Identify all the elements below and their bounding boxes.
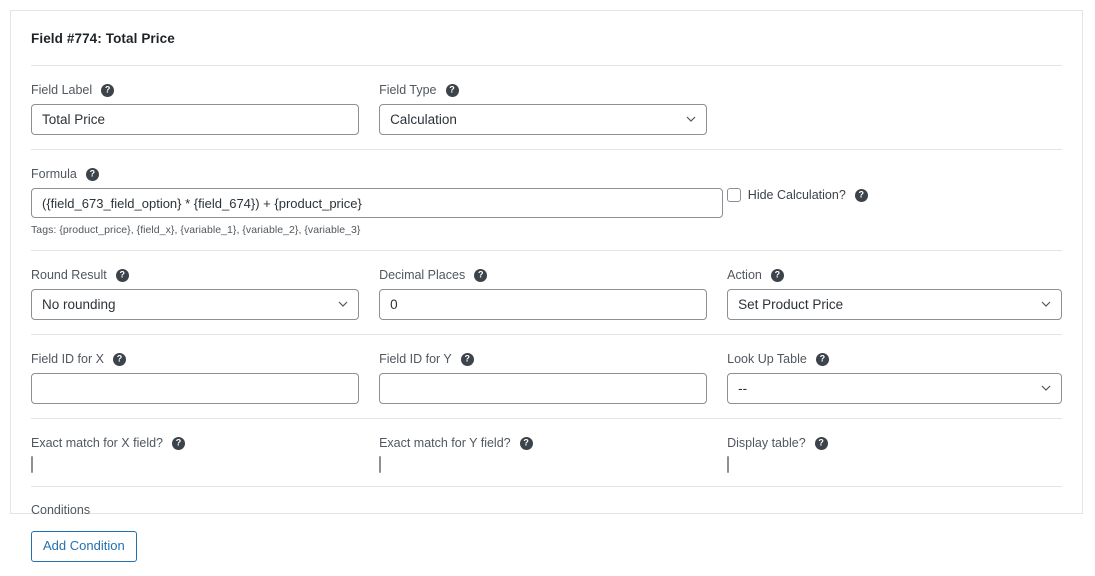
label-display-table: Display table? ? [727,435,1062,451]
help-icon[interactable]: ? [770,268,784,282]
exact-match-y-checkbox[interactable] [379,456,382,473]
round-result-select[interactable]: No rounding [31,289,360,320]
hide-calculation-checkbox[interactable] [726,188,741,202]
help-icon[interactable]: ? [460,352,474,366]
row-rounding-action: Round Result ? No rounding Decimal Place… [11,251,1082,334]
field-group-formula: Formula ? Tags: {product_price}, {field_… [31,166,727,236]
help-icon[interactable]: ? [519,436,533,450]
label-field-id-x: Field ID for X ? [31,351,359,367]
field-type-select-value: Calculation [379,104,708,135]
help-icon[interactable]: ? [445,83,459,97]
exact-match-y-label-text: Exact match for Y field? [379,436,511,450]
display-table-label-text: Display table? [727,436,806,450]
field-group-decimal-places: Decimal Places ? [379,267,727,320]
field-type-label-text: Field Type [379,83,437,97]
label-exact-match-x: Exact match for X field? ? [31,435,359,451]
help-icon[interactable]: ? [474,268,488,282]
decimal-places-input[interactable] [379,289,708,320]
help-icon[interactable]: ? [815,352,829,366]
action-select-value: Set Product Price [727,289,1063,320]
field-group-hide-calculation: Hide Calculation? ? [726,166,1062,202]
field-group-field-type: Field Type ? Calculation [379,82,727,135]
label-exact-match-y: Exact match for Y field? ? [379,435,707,451]
panel-header: Field #774: Total Price [11,11,1082,65]
field-group-field-label: Field Label ? [31,82,379,135]
exact-match-x-checkbox[interactable] [31,456,33,473]
page-title: Field #774: Total Price [31,30,175,46]
field-settings-panel: Field #774: Total Price Field Label ? Fi… [10,10,1083,562]
exact-match-x-label-text: Exact match for X field? [31,436,164,450]
field-group-field-id-x: Field ID for X ? [31,351,379,404]
formula-tags-hint: Tags: {product_price}, {field_x}, {varia… [31,224,361,236]
look-up-table-select[interactable]: -- [727,373,1063,404]
formula-input[interactable] [31,188,723,218]
label-action: Action ? [727,267,1062,283]
field-group-action: Action ? Set Product Price [727,267,1063,320]
hide-calculation-label: Hide Calculation? [747,188,846,202]
label-field-type: Field Type ? [379,82,707,98]
field-type-select[interactable]: Calculation [379,104,708,135]
help-icon[interactable]: ? [115,268,129,282]
field-group-field-id-y: Field ID for Y ? [379,351,727,404]
label-decimal-places: Decimal Places ? [379,267,707,283]
formula-label-text: Formula [31,167,77,181]
row-exact-match: Exact match for X field? ? Exact match f… [11,419,1082,486]
round-result-select-value: No rounding [31,289,360,320]
look-up-table-label-text: Look Up Table [727,352,807,366]
help-icon[interactable]: ? [101,83,115,97]
label-field-label: Field Label ? [31,82,359,98]
field-label-input[interactable] [31,104,360,135]
help-icon[interactable]: ? [85,167,99,181]
help-icon[interactable]: ? [112,352,126,366]
action-select[interactable]: Set Product Price [727,289,1063,320]
help-icon[interactable]: ? [172,436,186,450]
field-id-x-label-text: Field ID for X [31,352,104,366]
field-label-text: Field Label [31,83,93,97]
help-icon[interactable]: ? [854,188,868,202]
label-formula: Formula ? [31,166,727,182]
field-id-x-input[interactable] [31,373,360,404]
display-table-checkbox[interactable] [727,456,730,473]
row-label-type: Field Label ? Field Type ? Calculation [11,66,1082,149]
look-up-table-select-value: -- [727,373,1063,404]
field-group-look-up-table: Look Up Table ? -- [727,351,1063,404]
row-formula: Formula ? Tags: {product_price}, {field_… [11,150,1082,250]
field-group-exact-match-x: Exact match for X field? ? [31,435,379,473]
conditions-label: Conditions [31,503,91,517]
round-result-label-text: Round Result [31,268,107,282]
label-look-up-table: Look Up Table ? [727,351,1062,367]
field-id-y-input[interactable] [379,373,708,404]
hide-calculation-row: Hide Calculation? ? [726,184,1062,202]
action-label-text: Action [727,268,762,282]
field-group-exact-match-y: Exact match for Y field? ? [379,435,727,473]
field-group-round-result: Round Result ? No rounding [31,267,379,320]
label-round-result: Round Result ? [31,267,359,283]
help-icon[interactable]: ? [814,436,828,450]
decimal-places-label-text: Decimal Places [379,268,466,282]
conditions-section: Conditions Add Condition [11,487,1082,576]
label-field-id-y: Field ID for Y ? [379,351,707,367]
field-id-y-label-text: Field ID for Y [379,352,452,366]
add-condition-button[interactable]: Add Condition [31,531,137,562]
field-group-display-table: Display table? ? [727,435,1062,473]
row-field-ids: Field ID for X ? Field ID for Y ? Look U… [11,335,1082,418]
